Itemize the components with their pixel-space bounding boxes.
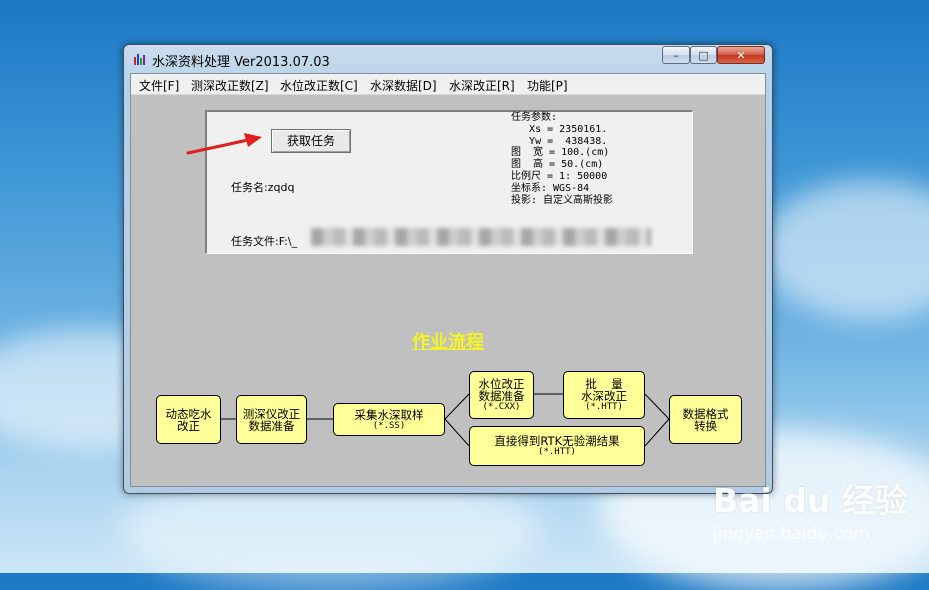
watermark-brand: Bai du 经验 — [713, 481, 908, 520]
node-text: 水深改正 — [581, 389, 627, 403]
node-subtext: (*.SS) — [372, 420, 406, 431]
baidu-jingyan-watermark: Bai du 经验 jingyan.baidu.com — [713, 474, 908, 544]
node-text: 测深仪改正 — [242, 406, 301, 421]
node-subtext: (*.CXX) — [482, 402, 521, 412]
node-text: 直接得到RTK无验潮结果 — [494, 434, 620, 448]
red-arrow-icon — [186, 133, 262, 155]
maximize-button[interactable]: □ — [690, 46, 717, 64]
node-text: 采集水深取样 — [354, 407, 424, 422]
node-text: 数据准备 — [248, 418, 295, 433]
node-rtk-result[interactable]: 直接得到RTK无验潮结果 (*.HTT) — [469, 426, 645, 466]
node-tide-correction[interactable]: 水位改正 数据准备 (*.CXX) — [469, 371, 534, 419]
window-title: 水深资料处理 Ver2013.07.03 — [152, 55, 330, 70]
node-text: 动态吃水 — [165, 406, 212, 421]
node-batch-correction[interactable]: 批 量 水深改正 (*.HTT) — [563, 371, 645, 419]
close-button[interactable]: ✕ — [717, 46, 765, 64]
minimize-button[interactable]: – — [662, 46, 690, 64]
app-window: 水深资料处理 Ver2013.07.03 – □ ✕ 文件[F] 测深改正数[Z… — [123, 44, 773, 494]
node-subtext: (*.HTT) — [538, 447, 576, 457]
node-collect-sampling[interactable]: 采集水深取样 (*.SS) — [333, 403, 445, 436]
node-subtext: (*.HTT) — [585, 402, 623, 412]
chart-app-icon — [134, 54, 145, 65]
node-sounder-correction[interactable]: 测深仪改正 数据准备 — [236, 395, 307, 444]
node-format-conversion[interactable]: 数据格式 转换 — [669, 395, 742, 444]
node-text: 转换 — [694, 418, 717, 433]
node-text: 数据格式 — [682, 406, 729, 421]
node-text: 数据准备 — [478, 389, 525, 403]
title-bar[interactable]: 水深资料处理 Ver2013.07.03 – □ ✕ — [124, 45, 772, 72]
node-text: 改正 — [177, 418, 200, 433]
node-dynamic-draft[interactable]: 动态吃水 改正 — [156, 395, 221, 444]
watermark-url: jingyan.baidu.com — [713, 524, 870, 544]
